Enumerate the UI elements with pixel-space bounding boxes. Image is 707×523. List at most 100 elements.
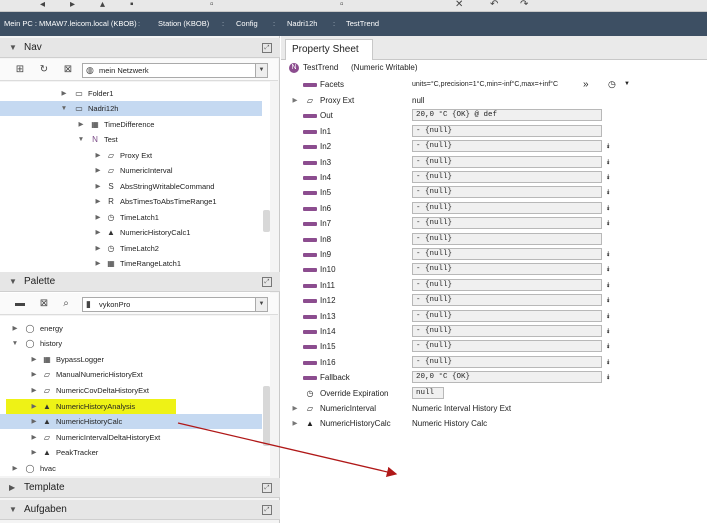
expand-icon[interactable]: ▶ [30, 430, 38, 445]
refresh-icon[interactable]: ↻ [38, 64, 50, 76]
expand-icon[interactable]: ▶ [291, 416, 299, 431]
property-value[interactable]: - {null} [412, 186, 602, 199]
save-icon[interactable]: ▪ [130, 0, 134, 10]
property-row-in9[interactable]: In9 - {null} ⯯ [281, 247, 707, 262]
tree-item[interactable]: ▶ ▭ Folder1 [0, 86, 262, 101]
property-row-in2[interactable]: In2 - {null} ⯯ [281, 139, 707, 154]
breadcrumb-item[interactable]: Nadri12h [287, 12, 317, 36]
property-row-out[interactable]: Out 20,0 °C {OK} @ def [281, 108, 707, 123]
property-value[interactable]: - {null} [412, 325, 602, 337]
property-row-in11[interactable]: In11 - {null} ⯯ [281, 278, 707, 293]
tree-item[interactable]: ▼ ◯ history [0, 336, 262, 351]
nav-scrollbar[interactable] [263, 210, 270, 232]
chevron-down-icon[interactable]: ▼ [624, 77, 630, 92]
nav-panel-header[interactable]: ▼ Nav ⤢ [0, 38, 280, 58]
expand-icon[interactable]: ▶ [30, 367, 38, 382]
expand-icon[interactable]: ▶ [94, 179, 102, 194]
tree-item[interactable]: ▶ ▱ ManualNumericHistoryExt [0, 367, 262, 382]
action-menu-icon[interactable]: ⯯ [606, 309, 610, 324]
property-value[interactable]: - {null} [412, 171, 602, 183]
action-menu-icon[interactable]: ⯯ [606, 355, 610, 370]
maximize-icon[interactable]: ⤢ [262, 505, 272, 515]
palette-scrollbar[interactable] [263, 386, 270, 446]
expand-icon[interactable]: ▶ [77, 117, 85, 132]
expand-icon[interactable]: ▶ [94, 194, 102, 209]
maximize-icon[interactable]: ⤢ [262, 277, 272, 287]
module-select[interactable]: ▮ vykonPro ▼ [82, 297, 268, 312]
back-icon[interactable]: ◂ [40, 0, 45, 10]
property-row-in5[interactable]: In5 - {null} ⯯ [281, 185, 707, 200]
property-row-in13[interactable]: In13 - {null} ⯯ [281, 309, 707, 324]
up-icon[interactable]: ▴ [100, 0, 105, 10]
expand-icon[interactable]: ▶ [30, 445, 38, 460]
tree-item[interactable]: ▶ ▲ PeakTracker [0, 445, 262, 460]
expand-icon[interactable]: ▶ [30, 383, 38, 398]
action-menu-icon[interactable]: ⯯ [606, 216, 610, 231]
property-row-in16[interactable]: In16 - {null} ⯯ [281, 355, 707, 370]
action-menu-icon[interactable]: ⯯ [606, 262, 610, 277]
tree-item[interactable]: ▶ ▱ NumericCovDeltaHistoryExt [0, 383, 262, 398]
property-value[interactable]: - {null} [412, 201, 602, 214]
expand-icon[interactable]: ▶ [30, 352, 38, 367]
action-menu-icon[interactable]: ⯯ [606, 293, 610, 308]
tree-item[interactable]: ▶ ▦ TimeDifference [0, 117, 262, 132]
tab-property-sheet[interactable]: Property Sheet [285, 39, 373, 60]
tree-item[interactable]: ▶ ◯ hvac [0, 461, 262, 476]
collapse-icon[interactable]: ▼ [77, 132, 85, 147]
property-value[interactable]: - {null} [412, 340, 602, 353]
property-row-in12[interactable]: In12 - {null} ⯯ [281, 293, 707, 308]
history-icon[interactable]: ◷ [608, 77, 616, 92]
facets-edit-icon[interactable]: » [583, 77, 589, 92]
tree-item[interactable]: ▼ N Test [0, 132, 262, 147]
action-menu-icon[interactable]: ⯯ [606, 170, 610, 185]
expand-icon[interactable]: ▶ [291, 93, 299, 108]
property-value[interactable]: - {null} [412, 140, 602, 153]
property-value[interactable]: - {null} [412, 309, 602, 322]
palette-panel-header[interactable]: ▼ Palette ⤢ [0, 272, 280, 292]
property-value[interactable]: null [412, 386, 444, 399]
close-palette-icon[interactable]: ⊠ [38, 298, 50, 310]
tree-item[interactable]: ▶ ▲ NumericHistoryCalc [0, 414, 262, 429]
property-row-in14[interactable]: In14 - {null} ⯯ [281, 324, 707, 339]
tree-item[interactable]: ▶ ▱ Proxy Ext [0, 148, 262, 163]
find-icon[interactable]: ⌕ [60, 298, 72, 310]
property-row-in1[interactable]: In1 - {null} [281, 124, 707, 139]
expand-icon[interactable]: ▶ [60, 86, 68, 101]
maximize-icon[interactable]: ⤢ [262, 483, 272, 493]
collapse-icon[interactable]: ▼ [9, 272, 17, 292]
property-row-in10[interactable]: In10 - {null} ⯯ [281, 262, 707, 277]
property-row-fallback[interactable]: Fallback 20,0 °C {OK} ⯯ [281, 370, 707, 385]
expand-icon[interactable]: ▶ [11, 461, 19, 476]
tree-item[interactable]: ▶ R AbsTimesToAbsTimeRange1 [0, 194, 262, 209]
delete-icon[interactable]: ✕ [455, 0, 463, 10]
expand-icon[interactable]: ▶ [11, 321, 19, 336]
tree-item[interactable]: ▶ ▱ NumericInterval [0, 163, 262, 178]
expand-icon[interactable]: ▶ [291, 401, 299, 416]
property-row-in4[interactable]: In4 - {null} ⯯ [281, 170, 707, 185]
copy-icon[interactable]: ▫ [210, 0, 214, 10]
paste-icon[interactable]: ▫ [340, 0, 344, 10]
action-menu-icon[interactable]: ⯯ [606, 324, 610, 339]
breadcrumb-item[interactable]: Config [236, 12, 258, 36]
property-row-in15[interactable]: In15 - {null} ⯯ [281, 339, 707, 354]
close-tree-icon[interactable]: ⊠ [62, 64, 74, 76]
property-row-in6[interactable]: In6 - {null} ⯯ [281, 201, 707, 216]
tree-item[interactable]: ▶ ▱ NumericIntervalDeltaHistoryExt [0, 430, 262, 445]
collapse-icon[interactable]: ▼ [11, 336, 19, 351]
property-value[interactable]: - {null} [412, 294, 602, 307]
action-menu-icon[interactable]: ⯯ [606, 155, 610, 170]
action-menu-icon[interactable]: ⯯ [606, 247, 610, 262]
property-value[interactable]: - {null} [412, 248, 602, 260]
collapse-icon[interactable]: ▼ [9, 38, 17, 58]
property-row-override-expiration[interactable]: ◷ Override Expiration null [281, 386, 707, 401]
property-value[interactable]: - {null} [412, 155, 602, 168]
expand-icon[interactable]: ▶ [30, 399, 38, 414]
tree-item[interactable]: ▶ ▲ NumericHistoryAnalysis [0, 399, 180, 414]
network-select[interactable]: ◍ mein Netzwerk ▼ [82, 63, 268, 78]
property-row-numericinterval[interactable]: ▶ ▱ NumericInterval Numeric Interval Histor… [281, 401, 707, 416]
tree-item[interactable]: ▶ ▲ NumericHistoryCalc1 [0, 225, 262, 240]
tree-item[interactable]: ▶ ▦ BypassLogger [0, 352, 262, 367]
breadcrumb-item[interactable]: TestTrend [346, 12, 379, 36]
collapse-icon[interactable]: ▼ [60, 101, 68, 116]
collapse-icon[interactable]: ▼ [9, 500, 17, 520]
